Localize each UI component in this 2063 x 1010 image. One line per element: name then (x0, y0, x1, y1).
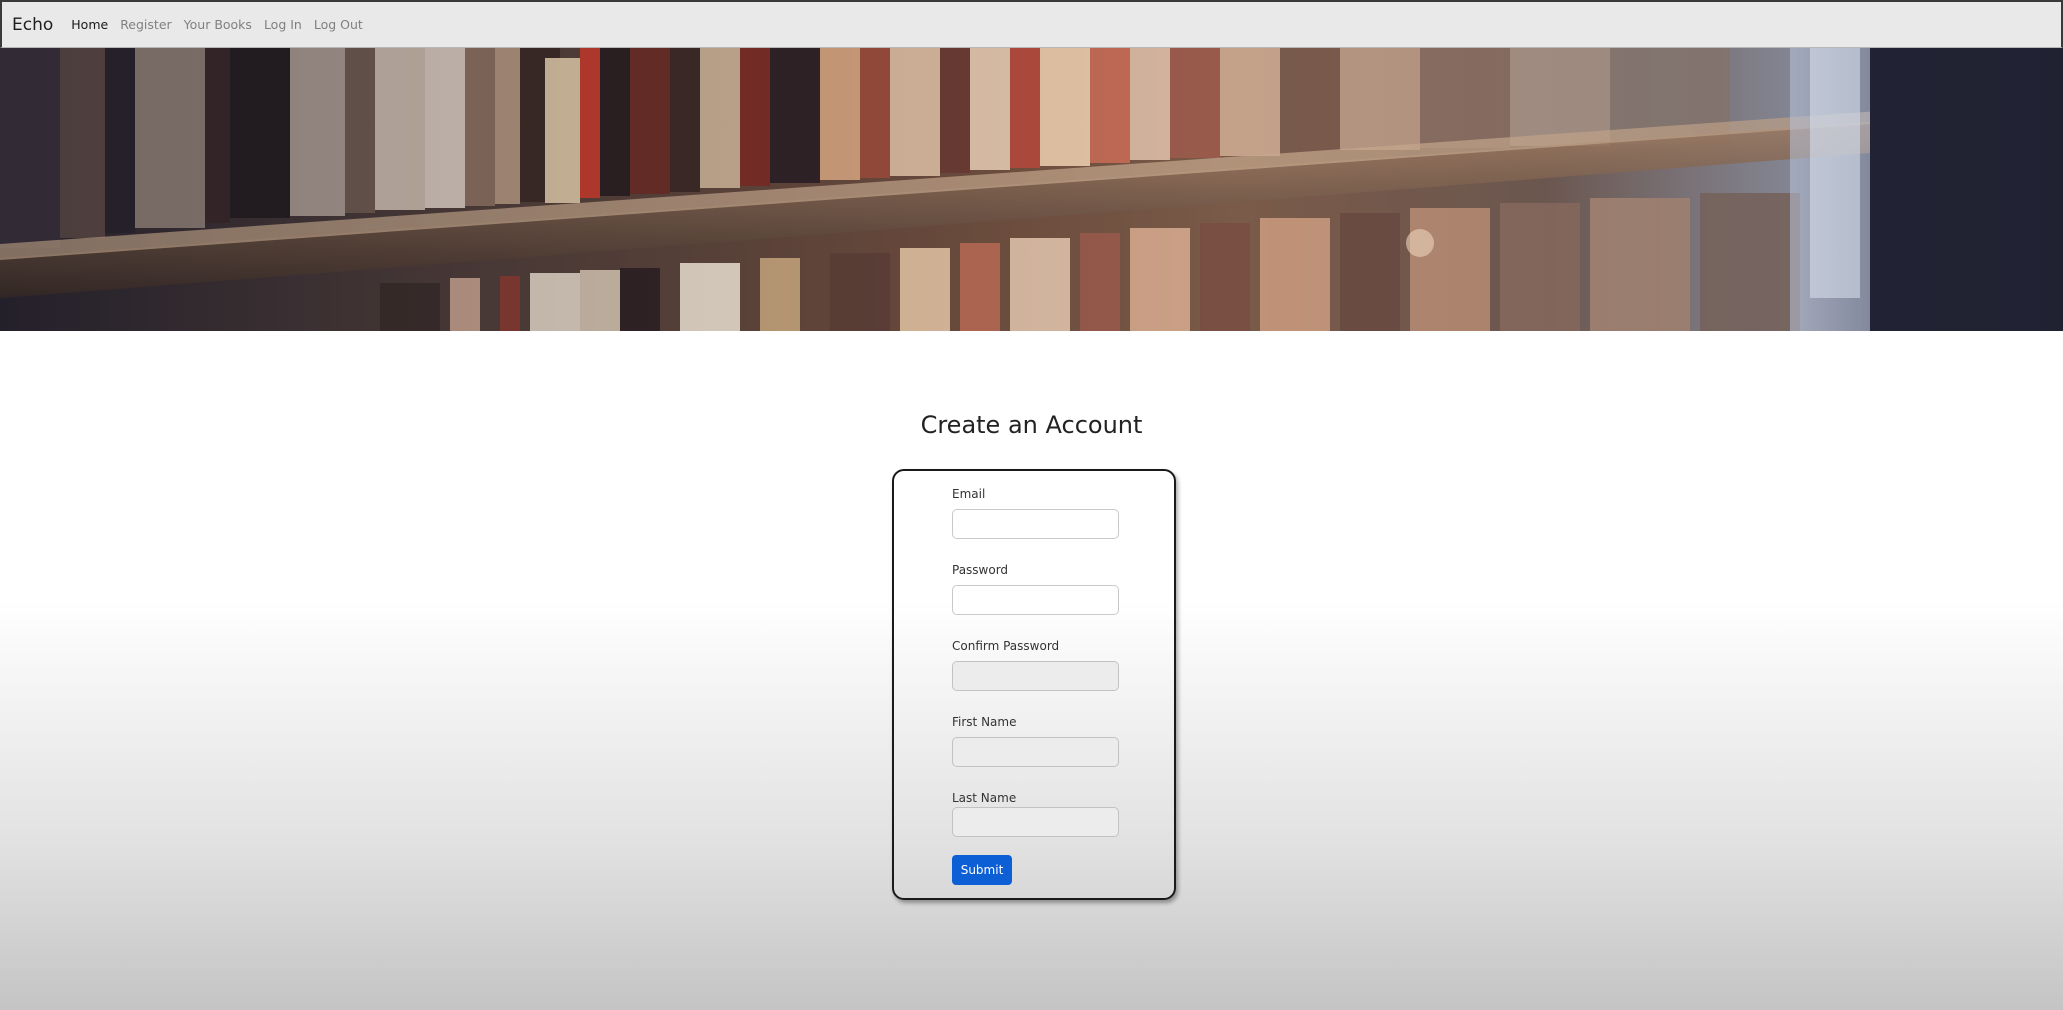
bookshelf-illustration (0, 48, 2063, 331)
nav-link-register[interactable]: Register (120, 17, 171, 32)
first-name-label: First Name (952, 715, 1017, 729)
confirm-password-input[interactable] (952, 661, 1119, 691)
navbar: Echo Home Register Your Books Log In Log… (0, 0, 2063, 48)
nav-link-log-out[interactable]: Log Out (314, 17, 363, 32)
submit-button[interactable]: Submit (952, 855, 1012, 885)
password-input[interactable] (952, 585, 1119, 615)
hero-banner-image (0, 48, 2063, 331)
password-label: Password (952, 563, 1009, 577)
nav-link-your-books[interactable]: Your Books (184, 17, 252, 32)
brand-logo[interactable]: Echo (12, 15, 53, 35)
first-name-input[interactable] (952, 737, 1119, 767)
last-name-label: Last Name (952, 791, 1017, 805)
page-title: Create an Account (920, 411, 1143, 439)
confirm-password-label: Confirm Password (952, 639, 1060, 653)
email-label: Email (952, 487, 986, 501)
nav-link-home[interactable]: Home (71, 17, 108, 32)
last-name-input[interactable] (952, 807, 1119, 837)
registration-form: Email Password Confirm Password First Na… (892, 469, 1176, 900)
email-input[interactable] (952, 509, 1119, 539)
nav-link-log-in[interactable]: Log In (264, 17, 302, 32)
